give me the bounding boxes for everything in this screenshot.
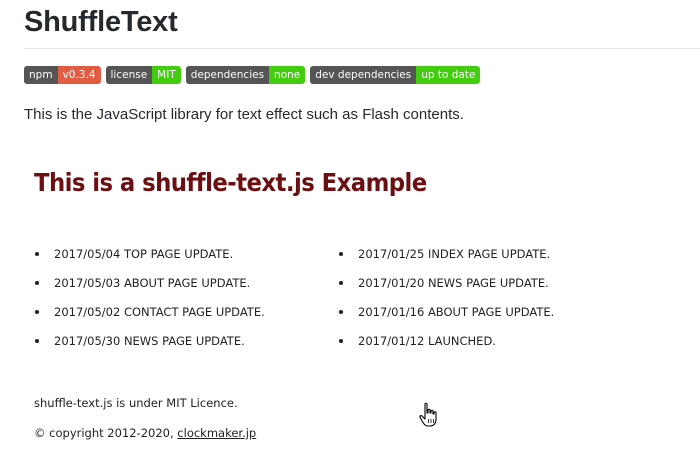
- license-badge[interactable]: license MIT: [105, 66, 181, 84]
- badge-value: up to date: [416, 66, 481, 84]
- badge-value: MIT: [152, 66, 181, 84]
- badge-label: dev dependencies: [310, 66, 417, 84]
- badge-row: npm v0.3.4 license MIT dependencies none…: [24, 66, 481, 84]
- licence-note: shuffle-text.js is under MIT Licence.: [34, 396, 238, 410]
- badge-label: license: [105, 66, 153, 84]
- copyright-line: © copyright 2012-2020, clockmaker.jp: [34, 426, 256, 440]
- news-item[interactable]: 2017/05/03 ABOUT PAGE UPDATE.: [32, 275, 265, 304]
- copyright-text: © copyright 2012-2020,: [34, 426, 178, 440]
- badge-value: v0.3.4: [57, 66, 101, 84]
- page-title: ShuffleText: [24, 6, 178, 38]
- news-item[interactable]: 2017/05/04 TOP PAGE UPDATE.: [32, 246, 265, 275]
- news-item[interactable]: 2017/01/16 ABOUT PAGE UPDATE.: [336, 304, 554, 333]
- example-heading[interactable]: This is a shuffle-text.js Example: [34, 168, 427, 197]
- badge-label: npm: [24, 66, 58, 84]
- hand-pointer-icon: [419, 402, 437, 427]
- news-item[interactable]: 2017/01/12 LAUNCHED.: [336, 333, 554, 362]
- badge-value: none: [269, 66, 306, 84]
- npm-version-badge[interactable]: npm v0.3.4: [24, 66, 101, 84]
- news-item[interactable]: 2017/05/30 NEWS PAGE UPDATE.: [32, 333, 265, 362]
- dev-dependencies-badge[interactable]: dev dependencies up to date: [310, 66, 481, 84]
- news-item[interactable]: 2017/01/20 NEWS PAGE UPDATE.: [336, 275, 554, 304]
- title-divider: [24, 48, 700, 49]
- dependencies-badge[interactable]: dependencies none: [185, 66, 306, 84]
- library-description: This is the JavaScript library for text …: [24, 106, 464, 123]
- badge-label: dependencies: [185, 66, 270, 84]
- news-item[interactable]: 2017/01/25 INDEX PAGE UPDATE.: [336, 246, 554, 275]
- example-preview: This is a shuffle-text.js Example 2017/0…: [24, 142, 684, 450]
- news-item[interactable]: 2017/05/02 CONTACT PAGE UPDATE.: [32, 304, 265, 333]
- clockmaker-link[interactable]: clockmaker.jp: [177, 426, 256, 440]
- news-list-left: 2017/05/04 TOP PAGE UPDATE. 2017/05/03 A…: [32, 246, 265, 362]
- news-list-right: 2017/01/25 INDEX PAGE UPDATE. 2017/01/20…: [336, 246, 554, 362]
